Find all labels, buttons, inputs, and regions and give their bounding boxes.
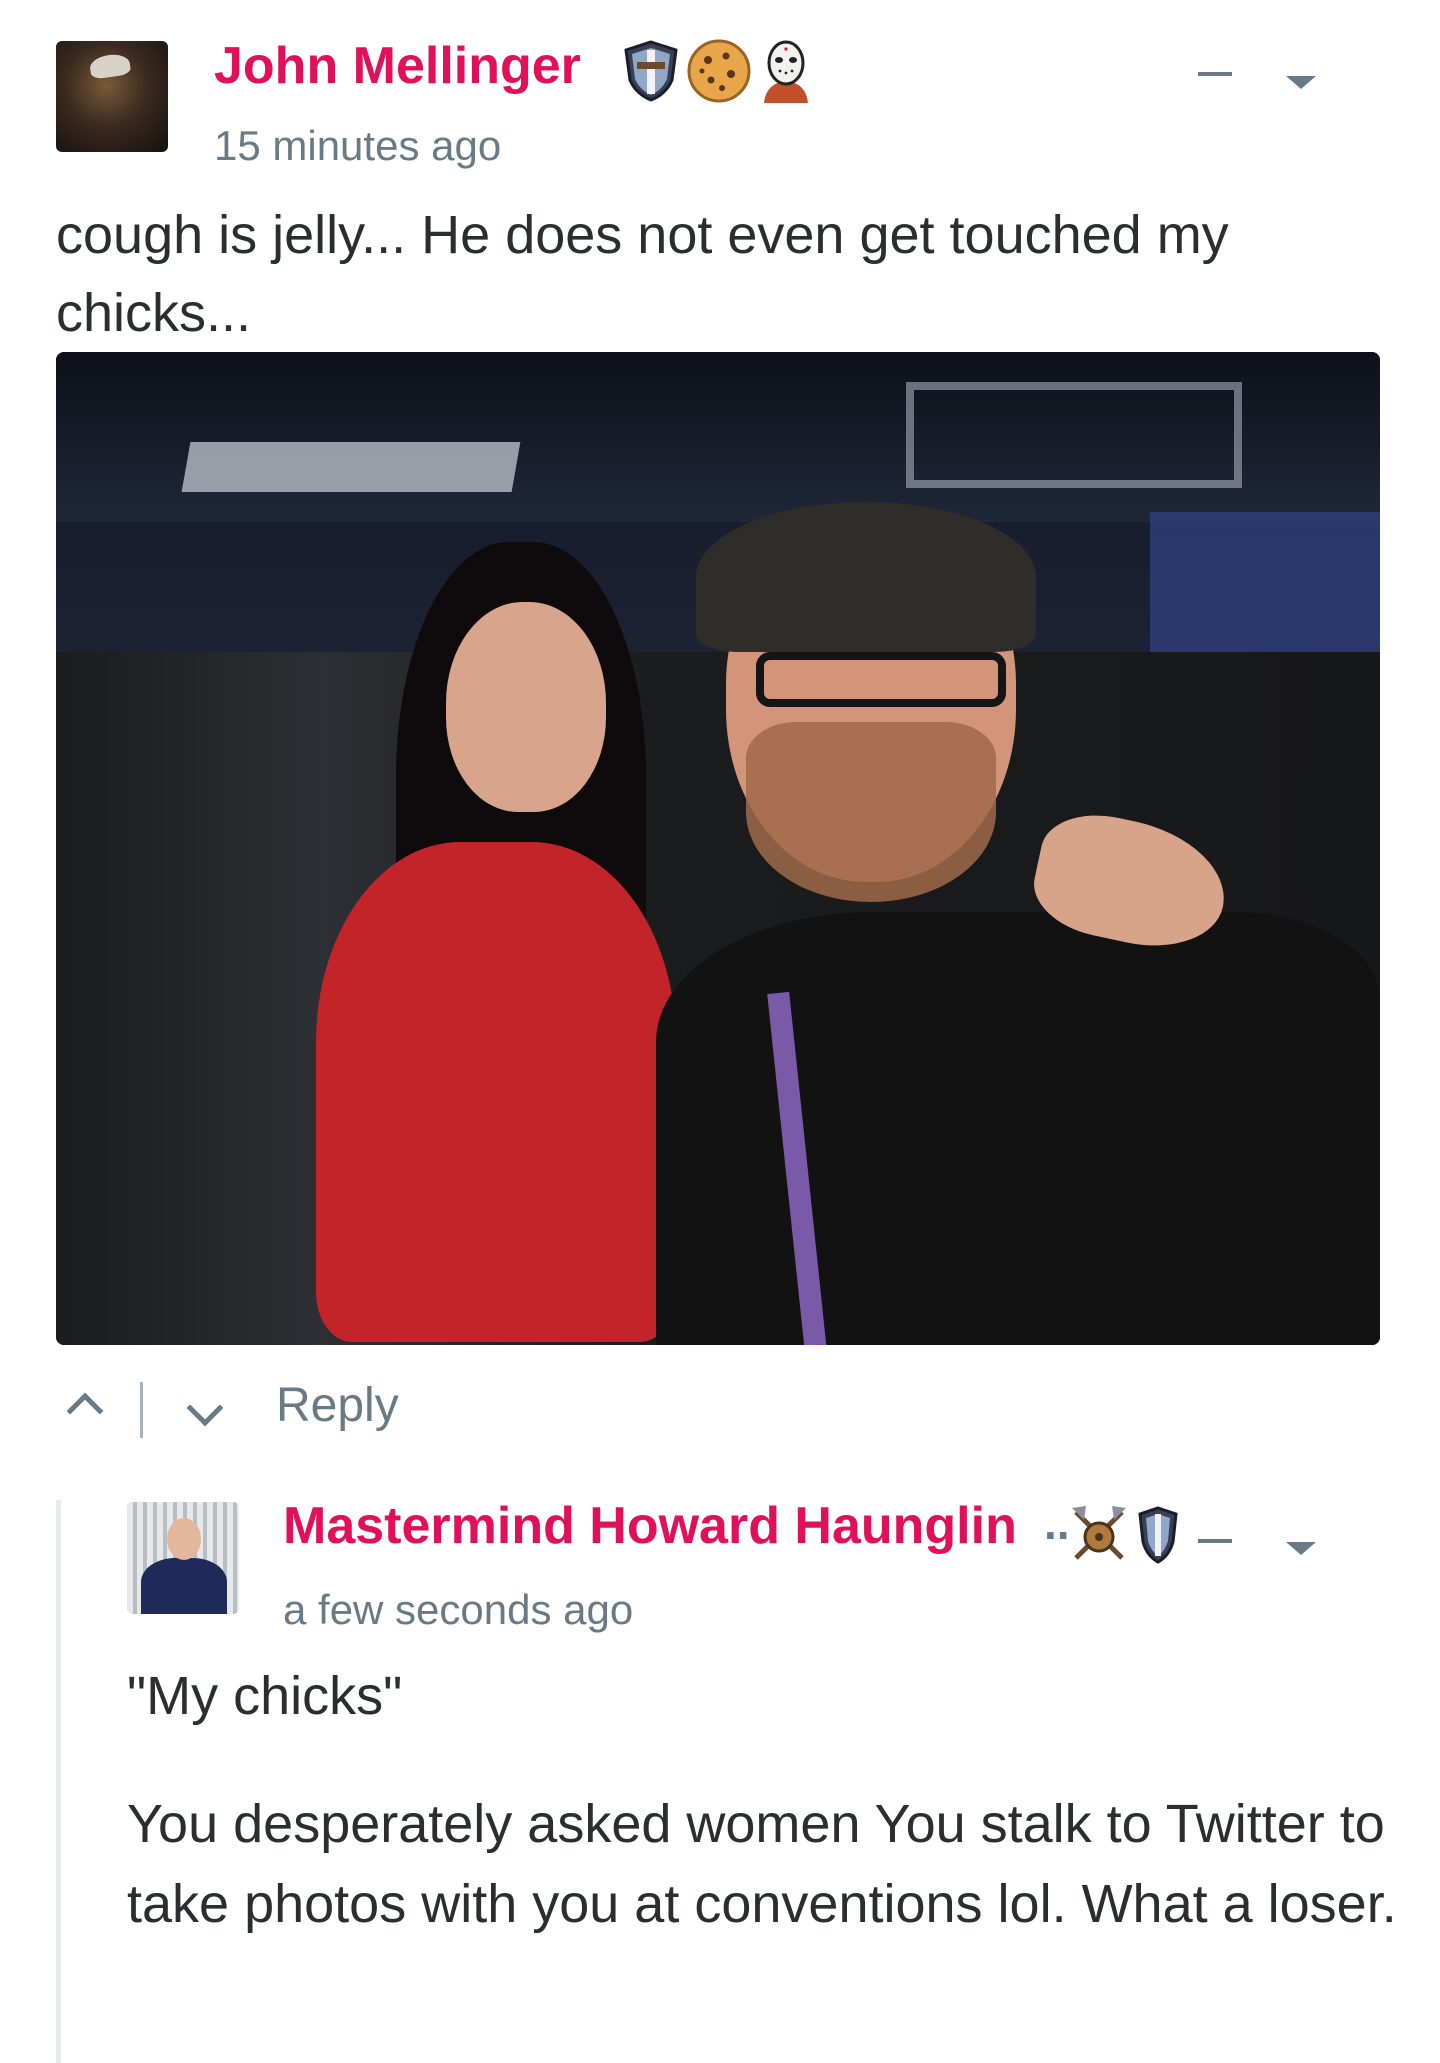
badge-list <box>622 36 814 106</box>
comment-timestamp[interactable]: 15 minutes ago <box>214 122 501 170</box>
cookie-badge-icon <box>687 39 751 103</box>
reply-paragraph: "My chicks" <box>127 1666 403 1726</box>
vote-divider <box>140 1382 143 1438</box>
crossed-axes-badge-icon <box>1072 1506 1126 1560</box>
dropdown-caret-icon[interactable] <box>1286 1542 1316 1555</box>
hockey-mask-badge-icon <box>764 40 808 103</box>
photo-man-shirt <box>656 912 1380 1345</box>
reply-author[interactable]: Mastermind Howard Haunglin <box>283 1496 1017 1556</box>
photo-woman-face <box>446 602 606 812</box>
reply-badge-list <box>1068 1502 1178 1568</box>
reply-text: "My chicks" You desperately asked women … <box>127 1656 1397 1992</box>
photo-woman-shirt <box>316 842 676 1342</box>
photo-glasses <box>756 652 1006 707</box>
photo-sign <box>181 442 521 492</box>
photo-light-frame <box>906 382 1242 488</box>
shield-badge-icon <box>1138 1506 1178 1564</box>
badge-overflow-ellipsis: .. <box>1044 1497 1070 1549</box>
comment-photo[interactable] <box>56 352 1380 1345</box>
dropdown-caret-icon[interactable] <box>1286 76 1316 89</box>
collapse-minus-icon[interactable] <box>1198 72 1232 76</box>
photo-man-beard <box>746 722 996 902</box>
reply-timestamp[interactable]: a few seconds ago <box>283 1586 633 1634</box>
collapse-minus-icon[interactable] <box>1198 1539 1232 1543</box>
reply-avatar[interactable] <box>127 1502 239 1614</box>
avatar-suit <box>141 1558 227 1614</box>
downvote-chevron-down-icon[interactable] <box>186 1389 224 1427</box>
avatar[interactable] <box>56 41 168 152</box>
avatar-head <box>167 1518 201 1560</box>
comment-text: cough is jelly... He does not even get t… <box>56 205 1229 343</box>
upvote-chevron-up-icon[interactable] <box>66 1392 104 1430</box>
reply-button[interactable]: Reply <box>276 1378 399 1433</box>
comment-author[interactable]: John Mellinger <box>214 36 581 96</box>
reply-paragraph: You desperately asked women You stalk to… <box>127 1794 1397 1934</box>
avatar-image-detail <box>88 52 132 80</box>
thread-indent-line <box>56 1500 61 2063</box>
shield-badge-icon <box>624 40 678 102</box>
photo-man-cap <box>696 502 1036 652</box>
